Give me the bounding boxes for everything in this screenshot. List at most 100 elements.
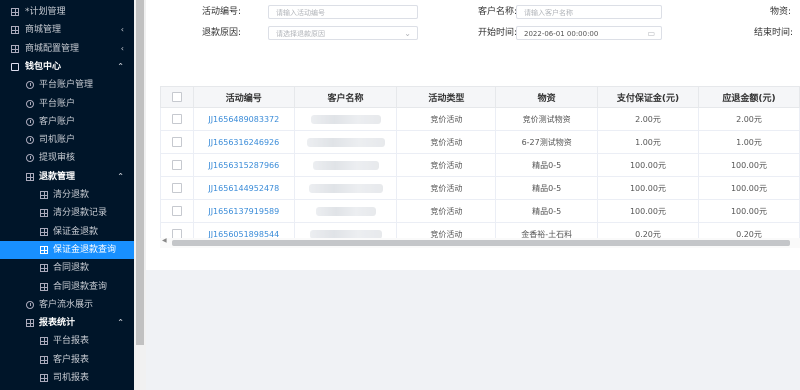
- select-all-checkbox[interactable]: [171, 91, 182, 102]
- redacted-text: [309, 229, 382, 238]
- sidebar-item-label: 退款管理: [39, 171, 76, 182]
- sidebar-item-label: 司机报表: [53, 373, 90, 383]
- row-select-cell: [160, 107, 194, 131]
- sidebar-item[interactable]: 司机报表: [0, 369, 134, 387]
- sidebar-item-label: 客户流水展示: [39, 299, 94, 310]
- grid-icon: [40, 227, 48, 236]
- row-select-cell: [160, 153, 194, 177]
- start-time-input[interactable]: 2022-06-01 00:00:00 ▭: [516, 26, 662, 40]
- sidebar-item[interactable]: 客户流水展示: [0, 296, 134, 314]
- table-cell: 1.00元: [596, 130, 699, 154]
- material-label: 物资:: [770, 7, 792, 17]
- activity-no-link[interactable]: JJ1656316246926: [192, 130, 295, 154]
- redacted-text: [315, 206, 376, 216]
- customer-name-cell: [293, 176, 398, 200]
- table-row[interactable]: JJ1656051898544 竞价活动 金香裕-土石料 0.20元 0.20元: [160, 222, 800, 238]
- sidebar-scrollbar-thumb[interactable]: [136, 0, 144, 345]
- clock-icon: [26, 117, 34, 126]
- table-row[interactable]: JJ1656316246926 竞价活动 6-27测试物资 1.00元 1.00元: [160, 130, 800, 154]
- sidebar-item[interactable]: 钱包中心 ⌃: [0, 58, 134, 76]
- customer-name-cell: [293, 130, 398, 154]
- column-header: 应退金额(元): [697, 86, 800, 108]
- table-cell: 竞价测试物资: [495, 107, 598, 131]
- table-row[interactable]: JJ1656315287966 竞价活动 精品0-5 100.00元 100.00元: [160, 153, 800, 177]
- sidebar-item[interactable]: 合同退款查询: [0, 278, 134, 296]
- chevron-left-icon: ‹: [120, 43, 124, 53]
- sidebar-item[interactable]: 退款管理 ⌃: [0, 168, 134, 186]
- row-checkbox[interactable]: [171, 183, 182, 193]
- clock-icon: [26, 99, 34, 108]
- sidebar-item[interactable]: 提现审核: [0, 149, 134, 167]
- activity-no-link[interactable]: JJ1656315287966: [192, 153, 295, 177]
- activity-no-link[interactable]: JJ1656489083372: [192, 107, 295, 131]
- sidebar-item[interactable]: 司机账户: [0, 131, 134, 149]
- table-scrollbar-thumb[interactable]: [172, 240, 790, 246]
- row-checkbox[interactable]: [171, 137, 182, 147]
- customer-name-cell: [293, 199, 398, 223]
- select-all-cell: [160, 86, 194, 108]
- sidebar-item[interactable]: 报表统计 ⌃: [0, 314, 134, 332]
- activity-no-label: 活动编号:: [202, 7, 242, 17]
- grid-icon: [11, 26, 19, 35]
- redacted-text: [308, 183, 383, 193]
- table-cell: 100.00元: [697, 176, 800, 200]
- grid-icon: [40, 191, 48, 199]
- sidebar-item[interactable]: 清分退款: [0, 186, 134, 204]
- column-header: 活动编号: [192, 86, 295, 108]
- scroll-left-icon[interactable]: ◀: [162, 237, 167, 244]
- grid-icon: [40, 374, 48, 382]
- sidebar-item-label: 司机账户: [39, 135, 76, 146]
- row-checkbox[interactable]: [171, 114, 182, 124]
- sidebar-item[interactable]: 客户报表: [0, 351, 134, 369]
- customer-name-label: 客户名称:: [478, 7, 518, 17]
- activity-no-input[interactable]: 请输入活动编号: [268, 5, 418, 19]
- table-row[interactable]: JJ1656144952478 竞价活动 精品0-5 100.00元 100.00元: [160, 176, 800, 200]
- grid-icon: [11, 44, 19, 53]
- row-checkbox[interactable]: [171, 160, 182, 170]
- table-row[interactable]: JJ1656489083372 竞价活动 竞价测试物资 2.00元 2.00元: [160, 107, 800, 131]
- table-cell: 2.00元: [596, 107, 699, 131]
- activity-no-link[interactable]: JJ1656137919589: [192, 199, 295, 223]
- sidebar-item[interactable]: 合同退款: [0, 259, 134, 277]
- sidebar-item-label: 平台账户管理: [39, 80, 94, 91]
- sidebar-item[interactable]: *计划管理: [0, 3, 134, 21]
- table-cell: 100.00元: [596, 176, 699, 200]
- table-cell: 竞价活动: [396, 199, 497, 223]
- clock-icon: [26, 136, 34, 145]
- redacted-text: [312, 160, 379, 170]
- sidebar-item[interactable]: 保证金退款: [0, 223, 134, 241]
- redacted-text: [306, 137, 385, 147]
- sidebar-item[interactable]: 商城配置管理 ‹: [0, 40, 134, 58]
- sidebar-item-label: 提现审核: [39, 153, 76, 164]
- customer-name-input[interactable]: 请输入客户名称: [516, 5, 662, 19]
- table-cell: 金香裕-土石料: [495, 222, 598, 238]
- sidebar-item[interactable]: 平台账户管理: [0, 76, 134, 94]
- activity-no-link[interactable]: JJ1656051898544: [192, 222, 295, 238]
- sidebar-item[interactable]: 商城管理 ‹: [0, 21, 134, 39]
- table-cell: 100.00元: [596, 199, 699, 223]
- column-header: 活动类型: [396, 86, 497, 108]
- grid-icon: [26, 172, 34, 181]
- table-cell: 100.00元: [697, 199, 800, 223]
- table-cell: 100.00元: [697, 153, 800, 177]
- refund-reason-select[interactable]: 请选择退款原因 ⌄: [268, 26, 418, 40]
- sidebar-item[interactable]: 平台账户: [0, 95, 134, 113]
- sidebar-item-label: 保证金退款: [53, 226, 99, 237]
- column-header: 客户名称: [293, 86, 398, 108]
- table-row[interactable]: JJ1656137919589 竞价活动 精品0-5 100.00元 100.00元: [160, 199, 800, 223]
- sidebar-item-label: 平台账户: [39, 98, 76, 109]
- sidebar-item[interactable]: 客户账户: [0, 113, 134, 131]
- calendar-icon: ▭: [647, 29, 655, 38]
- table-cell: 精品0-5: [495, 199, 598, 223]
- sidebar-item[interactable]: 清分退款记录: [0, 204, 134, 222]
- table-cell: 竞价活动: [396, 153, 497, 177]
- clock-icon: [26, 81, 34, 90]
- table-cell: 100.00元: [596, 153, 699, 177]
- grid-icon: [40, 282, 48, 291]
- end-time-label: 结束时间:: [754, 28, 794, 38]
- sidebar-item[interactable]: 平台报表: [0, 332, 134, 350]
- activity-no-link[interactable]: JJ1656144952478: [192, 176, 295, 200]
- sidebar-item[interactable]: 保证金退款查询: [0, 240, 134, 259]
- row-checkbox[interactable]: [171, 229, 182, 238]
- row-checkbox[interactable]: [171, 206, 182, 216]
